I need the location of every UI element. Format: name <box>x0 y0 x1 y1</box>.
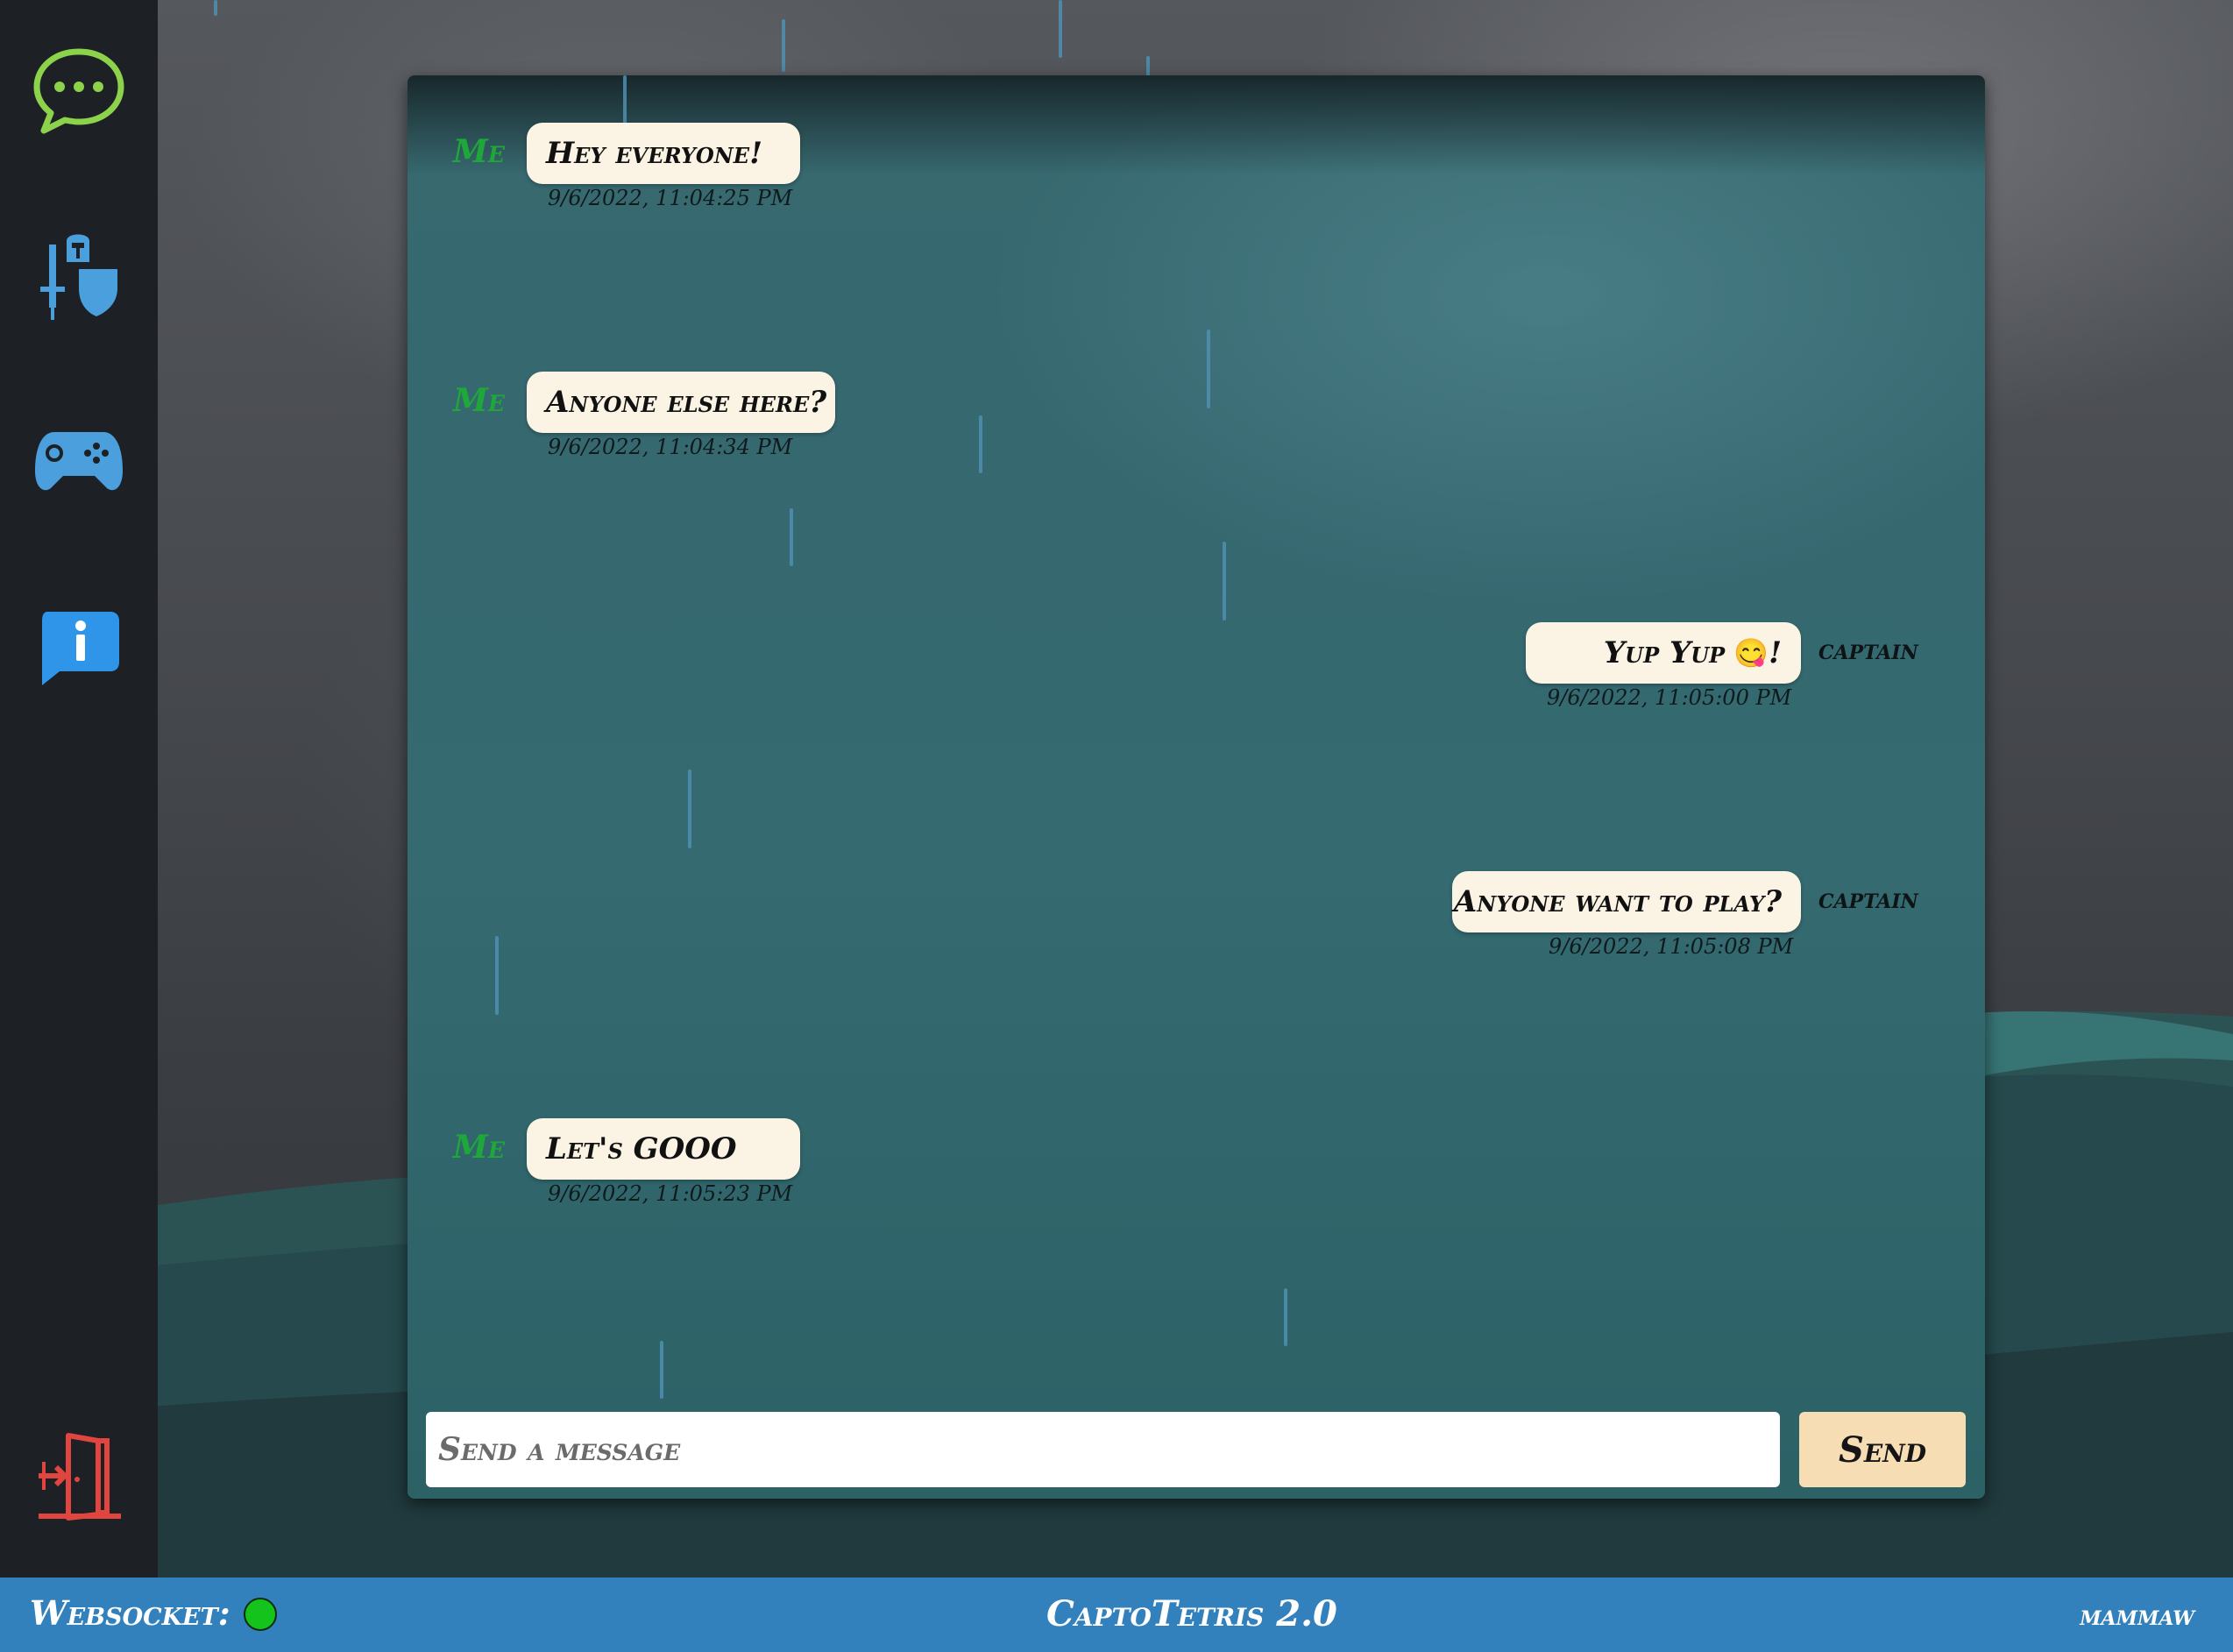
sidebar <box>0 0 158 1578</box>
rain-streak <box>495 936 499 1015</box>
chat-panel: Me Hey everyone! 9/6/2022, 11:04:25 PM M… <box>408 75 1985 1499</box>
sidebar-item-battle[interactable] <box>26 223 131 328</box>
rain-streak <box>660 1341 663 1399</box>
message-sender: captain <box>1818 882 1918 915</box>
message-bubble: Hey everyone! <box>527 123 800 184</box>
message-text: Anyone else here? <box>546 385 827 420</box>
rain-streak <box>979 415 982 473</box>
rain-streak <box>623 75 627 128</box>
rain-streak <box>1223 542 1226 620</box>
message-input[interactable] <box>426 1412 1780 1487</box>
logout-button[interactable] <box>26 1423 131 1528</box>
rain-streak <box>1059 0 1062 58</box>
sidebar-item-chat[interactable] <box>26 39 131 144</box>
message-bubble: Let's GOOO <box>527 1118 800 1180</box>
message-timestamp: 9/6/2022, 11:05:08 PM <box>1549 934 1794 959</box>
websocket-label: Websocket: <box>30 1593 230 1633</box>
message-sender: Me <box>453 1129 505 1166</box>
message-timestamp: 9/6/2022, 11:04:25 PM <box>548 186 793 210</box>
message-bubble: Anyone want to play? <box>1452 871 1801 932</box>
knight-helmet-icon <box>40 234 117 320</box>
sidebar-item-info[interactable] <box>26 594 131 699</box>
message-timestamp: 9/6/2022, 11:05:00 PM <box>1547 685 1792 710</box>
message-text: Anyone want to play? <box>1453 884 1782 919</box>
rain-streak <box>1207 330 1210 408</box>
message-timestamp: 9/6/2022, 11:05:23 PM <box>548 1181 793 1206</box>
message-timestamp: 9/6/2022, 11:04:34 PM <box>548 435 793 459</box>
message-sender: Me <box>453 133 505 170</box>
username: mammaw <box>2080 1599 2194 1632</box>
message-text: Let's GOOO <box>546 1131 737 1166</box>
message-bubble: Anyone else here? <box>527 372 835 433</box>
chat-bubble-icon <box>33 48 124 134</box>
message-sender: captain <box>1818 633 1918 666</box>
rain-streak <box>214 0 217 16</box>
send-button[interactable]: Send <box>1799 1412 1966 1487</box>
gamepad-icon <box>35 432 123 491</box>
sidebar-item-play[interactable] <box>26 408 131 514</box>
rain-streak <box>782 19 785 72</box>
exit-door-icon <box>39 1433 121 1521</box>
message-sender: Me <box>453 382 505 419</box>
message-bubble: Yup Yup 😋 ! <box>1526 622 1801 684</box>
rain-streak <box>688 769 691 848</box>
message-text: Hey everyone! <box>546 136 762 171</box>
app-title: CaptoTetris 2.0 <box>1046 1593 1337 1634</box>
rain-streak <box>790 508 793 566</box>
websocket-status-indicator <box>244 1598 277 1631</box>
emoji-face-icon: 😋 <box>1733 636 1769 670</box>
message-text-suffix: ! <box>1769 635 1782 670</box>
info-icon <box>42 612 119 685</box>
message-text: Yup Yup <box>1603 635 1726 670</box>
status-bar: Websocket: CaptoTetris 2.0 mammaw <box>0 1578 2233 1652</box>
rain-streak <box>1284 1288 1287 1346</box>
